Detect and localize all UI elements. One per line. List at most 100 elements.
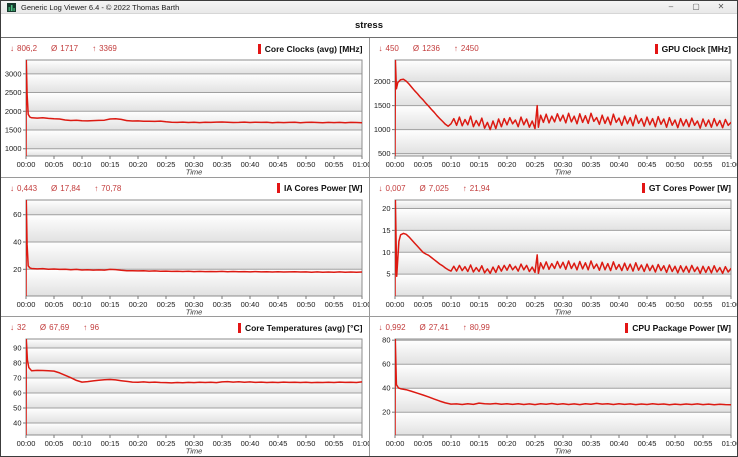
chart-legend: Core Clocks (avg) [MHz] (258, 44, 363, 54)
plot-area-ia-cores-power[interactable]: 20406000:0000:0500:1000:1500:2000:2500:3… (1, 197, 369, 317)
svg-text:00:00: 00:00 (385, 160, 404, 169)
svg-text:00:25: 00:25 (157, 300, 176, 309)
svg-text:00:10: 00:10 (441, 300, 460, 309)
chart-panel-core-clocks: ↓806,2 Ø1717 ↑3369 Core Clocks (avg) [MH… (1, 38, 369, 177)
svg-text:00:05: 00:05 (45, 439, 64, 448)
avg-icon: Ø (420, 184, 426, 193)
svg-text:00:00: 00:00 (385, 300, 404, 309)
svg-text:00:10: 00:10 (441, 160, 460, 169)
svg-text:00:20: 00:20 (497, 160, 516, 169)
plot-area-gt-cores-power[interactable]: 510152000:0000:0500:1000:1500:2000:2500:… (370, 197, 738, 317)
svg-text:00:40: 00:40 (241, 300, 260, 309)
legend-color-bar (655, 44, 658, 54)
chart-stats: ↓450 Ø1236 ↑2450 (379, 44, 479, 53)
min-arrow-icon: ↓ (379, 184, 383, 193)
svg-text:80: 80 (13, 359, 21, 368)
chart-legend: Core Temperatures (avg) [°C] (238, 323, 363, 333)
stat-min-value: 0,992 (386, 323, 406, 332)
svg-text:00:40: 00:40 (609, 300, 628, 309)
svg-text:00:15: 00:15 (469, 300, 488, 309)
min-arrow-icon: ↓ (10, 323, 14, 332)
chart-stats: ↓806,2 Ø1717 ↑3369 (10, 44, 117, 53)
plot-area-core-temperatures[interactable]: 40506070809000:0000:0500:1000:1500:2000:… (1, 336, 369, 456)
svg-text:15: 15 (382, 226, 390, 235)
svg-text:00:45: 00:45 (637, 300, 656, 309)
plot-area-cpu-package-power[interactable]: 2040608000:0000:0500:1000:1500:2000:2500… (370, 336, 738, 456)
legend-color-bar (258, 44, 261, 54)
page-title: stress (355, 20, 383, 31)
svg-text:01:00: 01:00 (353, 300, 369, 309)
stat-avg-value: 67,69 (49, 323, 69, 332)
svg-text:00:10: 00:10 (73, 300, 92, 309)
svg-text:00:45: 00:45 (269, 160, 288, 169)
svg-text:00:05: 00:05 (413, 439, 432, 448)
svg-text:00:55: 00:55 (693, 439, 712, 448)
max-arrow-icon: ↑ (463, 323, 467, 332)
chart-stats: ↓32 Ø67,69 ↑96 (10, 323, 99, 332)
svg-text:00:15: 00:15 (101, 439, 120, 448)
legend-color-bar (277, 183, 280, 193)
svg-text:80: 80 (382, 336, 390, 345)
stat-min-value: 450 (386, 44, 399, 53)
chart-stats: ↓0,007 Ø7,025 ↑21,94 (379, 184, 490, 193)
svg-text:00:25: 00:25 (525, 439, 544, 448)
max-arrow-icon: ↑ (92, 44, 96, 53)
svg-text:500: 500 (377, 149, 390, 158)
chart-title: Core Temperatures (avg) [°C] (245, 323, 363, 333)
max-arrow-icon: ↑ (83, 323, 87, 332)
svg-text:00:55: 00:55 (693, 160, 712, 169)
chart-panel-gpu-clock: ↓450 Ø1236 ↑2450 GPU Clock [MHz] 500 1000… (370, 38, 738, 177)
svg-text:00:10: 00:10 (73, 160, 92, 169)
svg-text:00:35: 00:35 (581, 300, 600, 309)
svg-text:00:55: 00:55 (325, 439, 344, 448)
title-bar[interactable]: Generic Log Viewer 6.4 - © 2022 Thomas B… (1, 1, 737, 14)
svg-text:01:00: 01:00 (353, 160, 369, 169)
svg-text:01:00: 01:00 (721, 439, 737, 448)
chart-panel-ia-cores-power: ↓0,443 Ø17,84 ↑70,78 IA Cores Power [W] … (1, 178, 369, 317)
svg-text:Time: Time (186, 168, 203, 177)
svg-text:00:45: 00:45 (637, 439, 656, 448)
svg-text:3000: 3000 (5, 69, 22, 78)
chart-panel-gt-cores-power: ↓0,007 Ø7,025 ↑21,94 GT Cores Power [W] … (370, 178, 738, 317)
chart-legend: GPU Clock [MHz] (655, 44, 731, 54)
svg-text:2000: 2000 (373, 77, 390, 86)
svg-text:00:35: 00:35 (581, 439, 600, 448)
plot-area-core-clocks[interactable]: 1000150020002500300000:0000:0500:1000:15… (1, 57, 369, 177)
svg-text:00:10: 00:10 (73, 439, 92, 448)
max-arrow-icon: ↑ (454, 44, 458, 53)
chart-legend: CPU Package Power [W] (625, 323, 731, 333)
svg-text:00:05: 00:05 (45, 160, 64, 169)
close-button[interactable]: ✕ (711, 1, 731, 13)
svg-text:00:55: 00:55 (325, 160, 344, 169)
svg-text:40: 40 (13, 419, 21, 428)
minimize-button[interactable]: – (661, 1, 681, 13)
svg-text:1500: 1500 (373, 101, 390, 110)
svg-text:2000: 2000 (5, 107, 22, 116)
avg-icon: Ø (51, 44, 57, 53)
chart-title: CPU Package Power [W] (632, 323, 731, 333)
svg-text:00:00: 00:00 (17, 160, 36, 169)
svg-text:00:50: 00:50 (665, 160, 684, 169)
svg-text:00:20: 00:20 (129, 300, 148, 309)
chart-legend: GT Cores Power [W] (642, 183, 731, 193)
plot-area-gpu-clock[interactable]: 50010001500200000:0000:0500:1000:1500:20… (370, 57, 738, 177)
stat-max-value: 21,94 (470, 184, 490, 193)
stat-avg-value: 17,84 (60, 184, 80, 193)
svg-text:00:20: 00:20 (129, 439, 148, 448)
chart-panel-cpu-package-power: ↓0,992 Ø27,41 ↑80,99 CPU Package Power [… (370, 317, 738, 456)
svg-text:20: 20 (13, 264, 21, 273)
chart-title: Core Clocks (avg) [MHz] (265, 44, 363, 54)
svg-text:00:35: 00:35 (213, 160, 232, 169)
avg-icon: Ø (420, 323, 426, 332)
svg-text:50: 50 (13, 404, 21, 413)
svg-text:1000: 1000 (373, 125, 390, 134)
stat-min-value: 0,007 (386, 184, 406, 193)
maximize-button[interactable]: ▢ (686, 1, 706, 13)
app-icon (7, 3, 16, 12)
svg-text:00:45: 00:45 (269, 439, 288, 448)
svg-text:00:25: 00:25 (157, 439, 176, 448)
svg-text:00:00: 00:00 (17, 300, 36, 309)
chart-title: IA Cores Power [W] (284, 183, 363, 193)
svg-text:01:00: 01:00 (721, 160, 737, 169)
log-title: stress (1, 14, 737, 38)
